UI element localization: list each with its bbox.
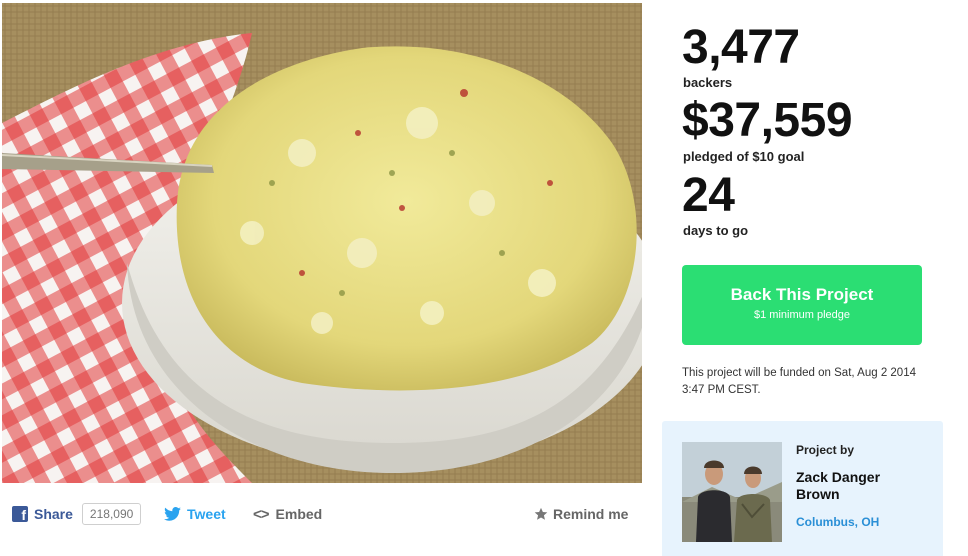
share-bar: f Share 218,090 Tweet <> Embed Remind me — [0, 495, 642, 531]
embed-button[interactable]: <> Embed — [253, 503, 322, 525]
remind-me-button[interactable]: Remind me — [534, 503, 628, 525]
potato-salad-image — [2, 3, 642, 483]
days-to-go-count: 24 — [682, 169, 735, 222]
creator-card: Project by Zack Danger Brown Columbus, O… — [662, 421, 943, 556]
funding-deadline-note: This project will be funded on Sat, Aug … — [682, 367, 916, 396]
code-brackets-icon: <> — [253, 505, 270, 523]
facebook-share-button[interactable]: f Share 218,090 — [12, 503, 142, 525]
embed-label: Embed — [275, 506, 323, 522]
back-this-project-button[interactable]: Back This Project $1 minimum pledge — [682, 265, 922, 345]
project-by-label: Project by — [796, 443, 855, 457]
tweet-label: Tweet — [187, 506, 226, 522]
creator-avatar[interactable] — [682, 442, 782, 542]
days-to-go-label: days to go — [683, 223, 749, 238]
star-icon — [534, 507, 548, 521]
share-count: 218,090 — [81, 503, 142, 525]
creator-name-link[interactable]: Zack Danger Brown — [796, 469, 926, 503]
creator-location-link[interactable]: Columbus, OH — [796, 515, 879, 529]
backers-count: 3,477 — [682, 21, 800, 74]
back-button-label: Back This Project — [730, 285, 874, 304]
pledged-amount: $37,559 — [682, 94, 853, 147]
remind-me-label: Remind me — [553, 506, 629, 522]
facebook-share-label: Share — [34, 506, 73, 522]
pledged-label: pledged of $10 goal — [683, 149, 805, 164]
tweet-button[interactable]: Tweet — [164, 503, 226, 525]
twitter-bird-icon — [164, 507, 181, 521]
backers-label: backers — [683, 75, 733, 90]
project-video-thumbnail[interactable] — [2, 3, 642, 483]
creator-photo — [682, 442, 782, 542]
minimum-pledge-label: $1 minimum pledge — [754, 309, 850, 321]
facebook-icon: f — [12, 506, 28, 522]
